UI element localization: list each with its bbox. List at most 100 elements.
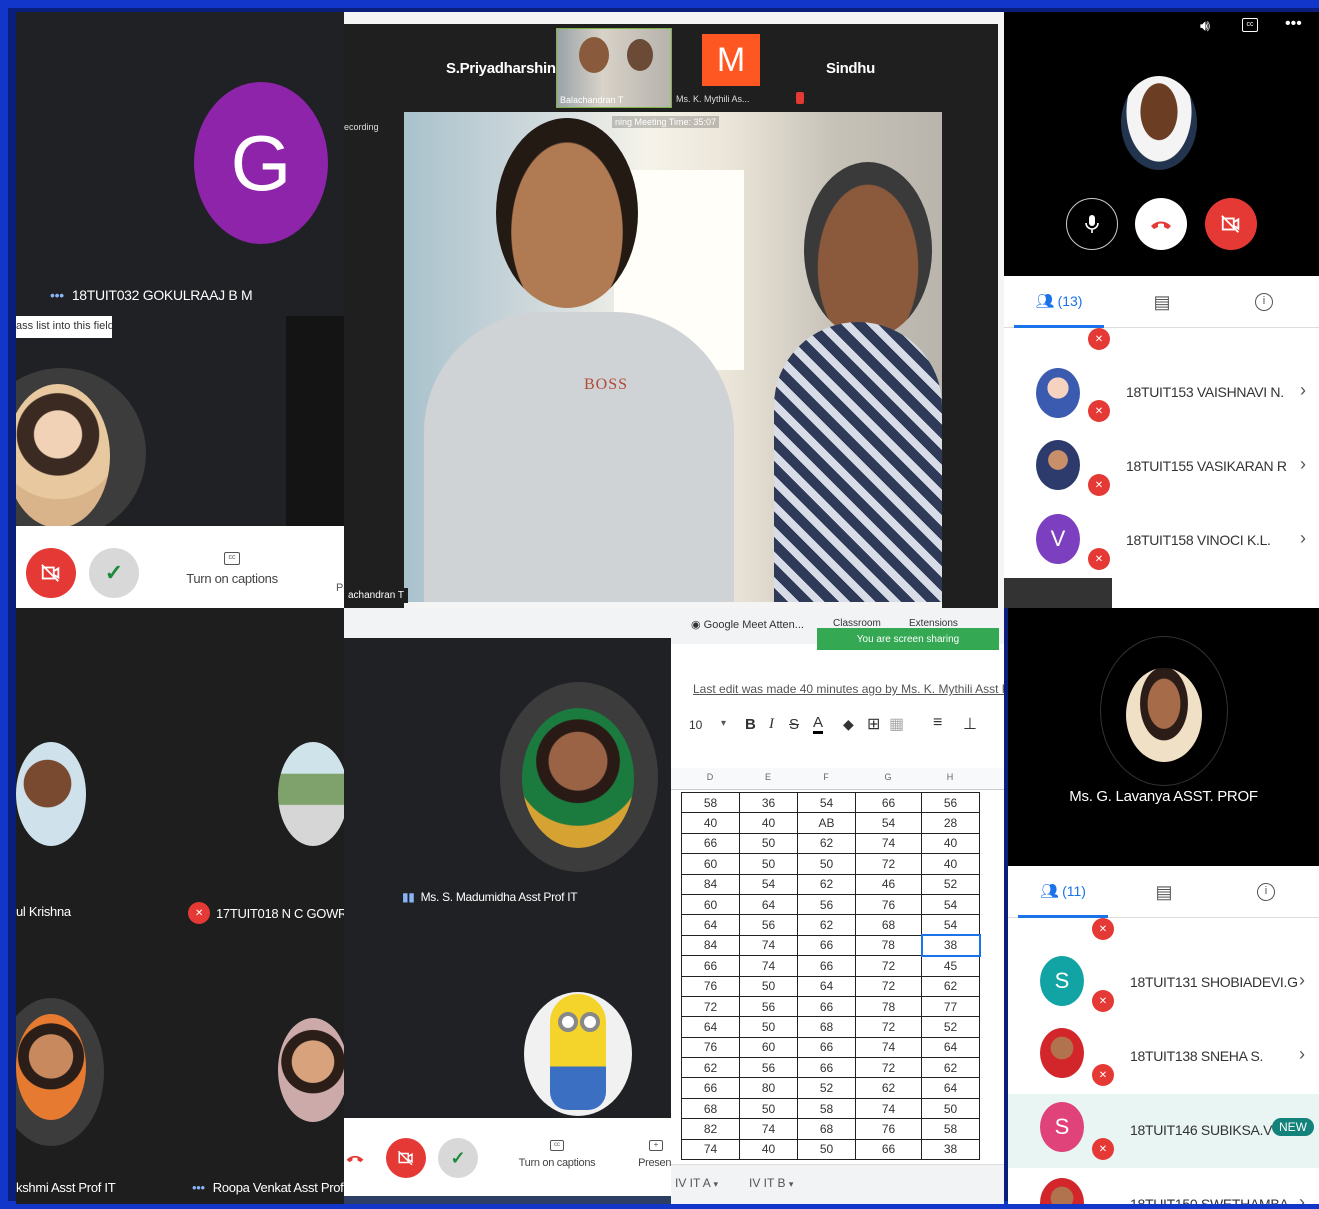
table-cell[interactable]: 38 [920, 934, 981, 957]
table-cell[interactable]: 84 [681, 934, 740, 957]
list-item[interactable]: ✕ 18TUIT138 SNEHA S. › [1008, 1018, 1319, 1092]
merge-cells-icon[interactable]: ▦ [889, 714, 904, 734]
chevron-right-icon[interactable]: › [1300, 454, 1306, 475]
table-cell[interactable]: 74 [739, 955, 798, 977]
table-cell[interactable]: 74 [681, 1138, 740, 1161]
browser-tab[interactable]: ◉ Google Meet Atten... [691, 618, 804, 631]
table-cell[interactable]: 62 [797, 914, 856, 936]
table-cell[interactable]: 66 [797, 934, 856, 957]
table-cell[interactable]: 82 [681, 1118, 740, 1140]
table-cell[interactable]: 62 [681, 1057, 740, 1079]
table-cell[interactable]: 50 [739, 1097, 798, 1120]
align-icon[interactable]: ≡ [933, 714, 942, 732]
table-cell[interactable]: 54 [921, 914, 980, 936]
closed-captions-icon[interactable]: cc [1242, 18, 1258, 32]
table-cell[interactable]: 54 [921, 893, 980, 916]
table-cell[interactable]: 50 [739, 832, 798, 855]
table-cell[interactable]: 77 [921, 995, 980, 1018]
table-cell[interactable]: 64 [681, 1016, 740, 1038]
table-cell[interactable]: 54 [739, 873, 798, 895]
tab-chat[interactable]: ▤ [1124, 866, 1204, 918]
tab-chat[interactable]: ▤ [1122, 276, 1202, 328]
confirm-button[interactable]: ✓ [89, 548, 139, 598]
table-cell[interactable]: 50 [739, 1016, 798, 1038]
table-cell[interactable]: 66 [681, 955, 740, 977]
table-cell[interactable]: 36 [739, 791, 798, 814]
chevron-right-icon[interactable]: › [1299, 1044, 1305, 1065]
present-button[interactable]: + Present [636, 1140, 671, 1169]
table-cell[interactable]: 38 [921, 1138, 980, 1161]
table-cell[interactable]: 58 [921, 1118, 980, 1140]
table-cell[interactable]: 68 [855, 914, 922, 936]
column-header[interactable]: G [855, 772, 921, 782]
strikethrough-button[interactable]: S [789, 716, 799, 733]
table-cell[interactable]: 66 [681, 832, 740, 855]
table-cell[interactable]: 64 [739, 893, 798, 916]
table-cell[interactable]: 50 [797, 1138, 856, 1161]
table-cell[interactable]: 40 [681, 812, 740, 834]
list-item[interactable]: ✕ 18TUIT153 VAISHNAVI N. › [1004, 354, 1319, 428]
table-cell[interactable]: 56 [739, 1057, 798, 1079]
font-size-dropdown-icon[interactable]: ▾ [721, 718, 726, 729]
list-item[interactable]: V ✕ 18TUIT158 VINOCI K.L. › [1004, 506, 1319, 580]
table-cell[interactable]: 40 [739, 1138, 798, 1161]
table-cell[interactable]: 52 [921, 1016, 980, 1038]
table-cell[interactable]: 50 [739, 853, 798, 875]
tab-people[interactable]: 👥︎ (13) [1014, 276, 1104, 328]
table-cell[interactable]: 78 [855, 995, 922, 1018]
table-cell[interactable]: 72 [855, 1057, 922, 1079]
table-cell[interactable]: 74 [855, 832, 922, 855]
more-options-icon[interactable]: ••• [1285, 15, 1302, 33]
table-cell[interactable]: 66 [681, 1077, 740, 1099]
more-options-icon[interactable]: ••• [50, 287, 64, 303]
camera-off-button[interactable] [1205, 198, 1257, 250]
table-cell[interactable]: 56 [921, 791, 980, 814]
table-cell[interactable]: 40 [921, 853, 980, 875]
table-cell[interactable]: 74 [739, 934, 798, 957]
tab-info[interactable]: i [1226, 866, 1306, 918]
table-cell[interactable]: 76 [681, 1036, 740, 1059]
table-cell[interactable]: 76 [855, 1118, 922, 1140]
table-cell[interactable]: 58 [797, 1097, 856, 1120]
last-edit-link[interactable]: Last edit was made 40 minutes ago by Ms.… [693, 682, 1004, 696]
table-cell[interactable]: 54 [797, 791, 856, 814]
table-cell[interactable]: 64 [681, 914, 740, 936]
end-call-button[interactable] [1135, 198, 1187, 250]
table-cell[interactable]: 50 [739, 975, 798, 997]
chevron-right-icon[interactable]: › [1299, 1192, 1305, 1204]
column-header[interactable]: D [681, 772, 739, 782]
font-size-field[interactable]: 10 [689, 718, 702, 732]
valign-icon[interactable]: ⊥ [963, 714, 977, 734]
table-cell[interactable]: 72 [681, 995, 740, 1018]
chevron-right-icon[interactable]: › [1300, 380, 1306, 401]
confirm-button[interactable]: ✓ [438, 1138, 478, 1178]
table-cell[interactable]: 60 [681, 893, 740, 916]
more-options-icon[interactable]: ••• [192, 1180, 205, 1195]
sheet-tab[interactable]: IV IT A ▾ [675, 1176, 718, 1190]
chevron-right-icon[interactable]: › [1299, 970, 1305, 991]
italic-button[interactable]: I [769, 716, 774, 733]
text-color-button[interactable]: A [813, 714, 824, 734]
table-cell[interactable]: 62 [797, 832, 856, 855]
table-cell[interactable]: 56 [797, 893, 856, 916]
table-cell[interactable]: 66 [855, 1138, 922, 1161]
table-cell[interactable]: 72 [855, 1016, 922, 1038]
list-item[interactable]: 18TUIT150 SWETHAMBA › [1008, 1170, 1319, 1204]
table-cell[interactable]: 72 [855, 975, 922, 997]
borders-icon[interactable]: ⊞ [867, 714, 880, 734]
table-cell[interactable]: 62 [921, 1057, 980, 1079]
column-header[interactable]: F [797, 772, 855, 782]
captions-button[interactable]: cc Turn on captions [182, 552, 282, 586]
tab-info[interactable]: i [1224, 276, 1304, 328]
captions-button[interactable]: cc Turn on captions [512, 1140, 602, 1169]
table-cell[interactable]: 74 [855, 1097, 922, 1120]
table-cell[interactable]: 56 [739, 914, 798, 936]
table-cell[interactable]: 66 [797, 1036, 856, 1059]
list-item[interactable]: S ✕ 18TUIT131 SHOBIADEVI.G › [1008, 942, 1319, 1016]
table-cell[interactable]: 52 [921, 873, 980, 895]
table-cell[interactable]: 45 [921, 955, 980, 977]
table-cell[interactable]: 66 [855, 791, 922, 814]
table-cell[interactable]: 60 [739, 1036, 798, 1059]
table-cell[interactable]: 50 [797, 853, 856, 875]
table-cell[interactable]: 62 [855, 1077, 922, 1099]
